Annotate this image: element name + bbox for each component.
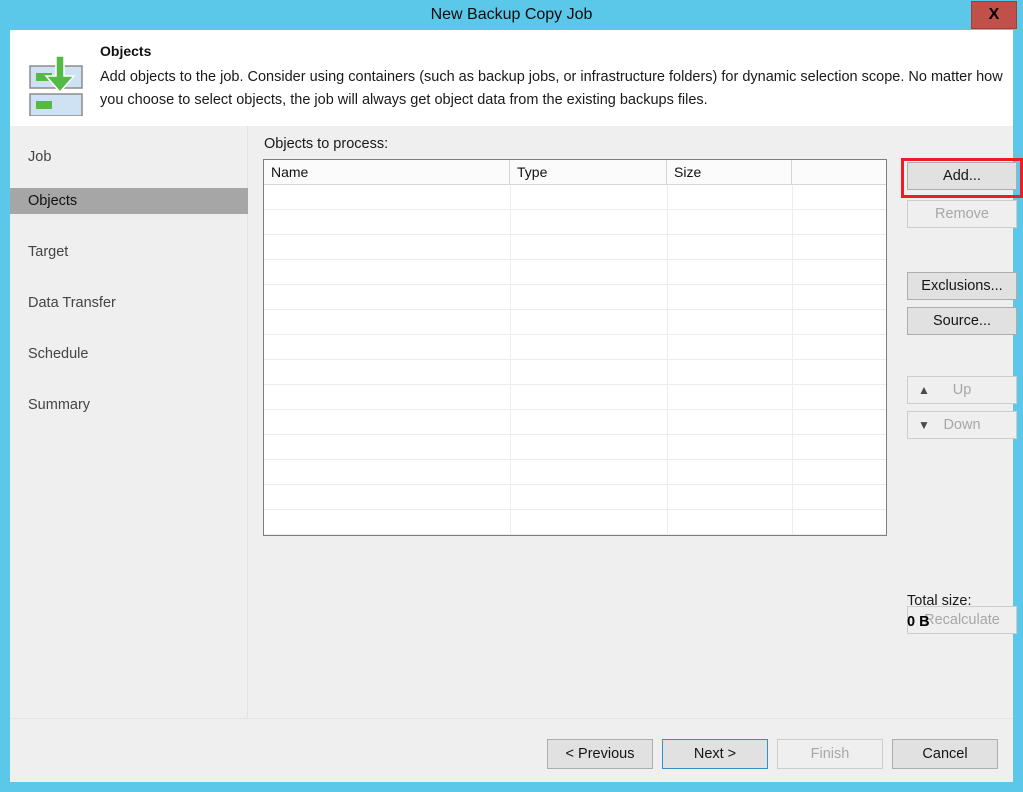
sidebar-item-label: Objects [28, 193, 78, 209]
page-title: Objects [100, 43, 152, 59]
table-row[interactable] [264, 335, 886, 360]
add-button[interactable]: Add... [907, 162, 1017, 190]
page-description: Add objects to the job. Consider using c… [100, 69, 1003, 108]
sidebar-item-label: Job [28, 149, 52, 165]
finish-button[interactable]: Finish [777, 739, 883, 769]
move-up-button[interactable]: ▲ Up [907, 376, 1017, 404]
total-size-value: 0 B [907, 614, 930, 630]
grid-header-row: Name Type Size [264, 160, 886, 185]
table-row[interactable] [264, 285, 886, 310]
wizard-steps-sidebar: Job Objects Target Data Transfer Schedul… [10, 126, 248, 718]
previous-button[interactable]: < Previous [547, 739, 653, 769]
move-down-label: Down [943, 417, 981, 433]
sidebar-item-label: Summary [28, 397, 91, 413]
grid-body [264, 185, 886, 535]
dialog-frame: Objects Add objects to the job. Consider… [10, 30, 1023, 782]
dialog-footer: < Previous Next > Finish Cancel [10, 718, 1013, 782]
table-row[interactable] [264, 260, 886, 285]
arrow-down-icon: ▼ [918, 418, 930, 432]
total-size-label: Total size: [907, 593, 972, 609]
column-header-extra[interactable] [792, 160, 886, 184]
sidebar-item-objects[interactable]: Objects [10, 188, 248, 214]
table-row[interactable] [264, 385, 886, 410]
table-row[interactable] [264, 435, 886, 460]
dialog-body: Job Objects Target Data Transfer Schedul… [10, 126, 1023, 718]
objects-to-process-label: Objects to process: [264, 136, 389, 152]
next-button[interactable]: Next > [662, 739, 768, 769]
sidebar-item-label: Data Transfer [28, 295, 116, 311]
sidebar-item-summary[interactable]: Summary [10, 392, 248, 418]
objects-grid[interactable]: Name Type Size [263, 159, 887, 536]
sidebar-item-job[interactable]: Job [10, 144, 248, 170]
move-down-button[interactable]: ▼ Down [907, 411, 1017, 439]
sidebar-item-target[interactable]: Target [10, 239, 248, 265]
table-row[interactable] [264, 185, 886, 210]
column-header-name[interactable]: Name [264, 160, 510, 184]
column-header-type[interactable]: Type [510, 160, 667, 184]
title-bar: New Backup Copy Job X [0, 0, 1023, 30]
source-button[interactable]: Source... [907, 307, 1017, 335]
backup-copy-download-icon [24, 55, 90, 117]
column-header-size[interactable]: Size [667, 160, 792, 184]
arrow-up-icon: ▲ [918, 383, 930, 397]
remove-button[interactable]: Remove [907, 200, 1017, 228]
table-row[interactable] [264, 485, 886, 510]
table-row[interactable] [264, 410, 886, 435]
sidebar-item-label: Schedule [28, 346, 89, 362]
sidebar-item-data-transfer[interactable]: Data Transfer [10, 290, 248, 316]
move-up-label: Up [952, 382, 972, 398]
window-title: New Backup Copy Job [430, 6, 593, 23]
table-row[interactable] [264, 310, 886, 335]
table-row[interactable] [264, 460, 886, 485]
wizard-header: Objects Add objects to the job. Consider… [10, 30, 1013, 126]
main-panel: Objects to process: Name Type Size Add..… [248, 126, 1023, 718]
dialog-window: New Backup Copy Job X Objects Add object… [0, 0, 1023, 792]
sidebar-item-label: Target [28, 244, 69, 260]
close-icon[interactable]: X [971, 1, 1017, 29]
sidebar-item-schedule[interactable]: Schedule [10, 341, 248, 367]
table-row[interactable] [264, 360, 886, 385]
exclusions-button[interactable]: Exclusions... [907, 272, 1017, 300]
table-row[interactable] [264, 210, 886, 235]
table-row[interactable] [264, 510, 886, 535]
cancel-button[interactable]: Cancel [892, 739, 998, 769]
table-row[interactable] [264, 235, 886, 260]
